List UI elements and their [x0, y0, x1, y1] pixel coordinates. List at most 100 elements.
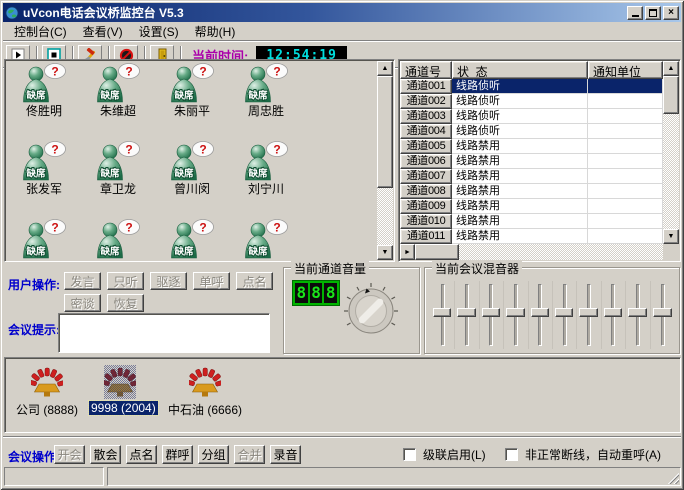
slider-thumb[interactable]: [555, 308, 573, 317]
channel-row[interactable]: 通道003 线路侦听: [400, 109, 663, 124]
op-button[interactable]: 发言: [64, 272, 101, 290]
op-button[interactable]: 散会: [90, 445, 121, 464]
mixer-slider[interactable]: [455, 281, 479, 349]
channel-row[interactable]: 通道002 线路侦听: [400, 94, 663, 109]
slider-thumb[interactable]: [579, 308, 597, 317]
channel-row[interactable]: 通道007 线路禁用: [400, 169, 663, 184]
user-item[interactable]: ? 缺席 曾川闵: [155, 140, 229, 218]
channel-id-cell: 通道006: [400, 154, 452, 169]
header-channel-id[interactable]: 通道号: [400, 61, 452, 79]
conference-item[interactable]: 中石油 (6666): [161, 365, 249, 419]
mixer-slider[interactable]: [577, 281, 601, 349]
header-notify-unit[interactable]: 通知单位: [588, 61, 663, 79]
op-button[interactable]: 单呼: [193, 272, 230, 290]
slider-thumb[interactable]: [628, 308, 646, 317]
conference-list: 公司 (8888) 9998 (2004): [4, 357, 681, 433]
slider-thumb[interactable]: [506, 308, 524, 317]
mixer-slider[interactable]: [431, 281, 455, 349]
op-button[interactable]: 群呼: [162, 445, 193, 464]
op-button[interactable]: 密谈: [64, 294, 101, 312]
op-button[interactable]: 开会: [54, 445, 85, 464]
user-item[interactable]: ? 缺席 朱维超: [81, 62, 155, 140]
channel-table: 通道号 状 态 通知单位 通道001 线路侦听 通道002 线路侦听 通道003…: [398, 59, 681, 262]
maximize-button[interactable]: [645, 6, 661, 20]
user-item[interactable]: ? 缺席 佟胜明: [7, 62, 81, 140]
user-panel-scrollbar[interactable]: ▲ ▼: [377, 61, 393, 260]
channel-row[interactable]: 通道006 线路禁用: [400, 154, 663, 169]
user-name: 刘宁川: [248, 182, 284, 196]
mixer-slider[interactable]: [529, 281, 553, 349]
user-item[interactable]: ? 缺席 朱丽平: [155, 62, 229, 140]
user-item[interactable]: ? 缺席 李宋: [81, 218, 155, 259]
user-item[interactable]: ? 缺席: [229, 218, 303, 259]
scrollbar-thumb[interactable]: [415, 244, 459, 260]
scroll-up-arrow[interactable]: ▲: [663, 61, 679, 76]
knob-icon: [342, 282, 400, 340]
conference-ops-row: 开会散会点名群呼分组合并录音: [54, 445, 301, 464]
cascade-checkbox[interactable]: [403, 448, 416, 461]
channel-row[interactable]: 通道009 线路禁用: [400, 199, 663, 214]
slider-thumb[interactable]: [604, 308, 622, 317]
channel-unit-cell: [588, 214, 663, 229]
mixer-slider[interactable]: [480, 281, 504, 349]
op-button[interactable]: 只听: [107, 272, 144, 290]
op-button[interactable]: 点名: [236, 272, 273, 290]
user-name: 曾川闵: [174, 182, 210, 196]
scroll-down-arrow[interactable]: ▼: [663, 229, 679, 244]
user-item[interactable]: ? 缺席 张发军: [7, 140, 81, 218]
conference-label: 9998 (2004): [89, 401, 158, 415]
channel-row[interactable]: 通道008 线路禁用: [400, 184, 663, 199]
slider-thumb[interactable]: [482, 308, 500, 317]
close-button[interactable]: ×: [663, 6, 679, 20]
menu-console[interactable]: 控制台(C): [6, 21, 75, 42]
user-item[interactable]: ? 缺席: [155, 218, 229, 259]
channel-table-hscrollbar[interactable]: ◄ ►: [400, 244, 664, 260]
user-item[interactable]: ? 缺席 周忠胜: [229, 62, 303, 140]
scrollbar-thumb[interactable]: [377, 76, 393, 188]
mixer-slider[interactable]: [602, 281, 626, 349]
slider-thumb[interactable]: [457, 308, 475, 317]
channel-row[interactable]: 通道010 线路禁用: [400, 214, 663, 229]
channel-row[interactable]: 通道005 线路禁用: [400, 139, 663, 154]
menu-help[interactable]: 帮助(H): [187, 21, 244, 42]
minimize-button[interactable]: [627, 6, 643, 20]
op-button[interactable]: 录音: [270, 445, 301, 464]
mixer-slider[interactable]: [504, 281, 528, 349]
user-name: 章卫龙: [100, 182, 136, 196]
op-button[interactable]: 分组: [198, 445, 229, 464]
scroll-up-arrow[interactable]: ▲: [377, 61, 393, 76]
channel-row[interactable]: 通道004 线路侦听: [400, 124, 663, 139]
menu-settings[interactable]: 设置(S): [131, 21, 187, 42]
user-icon: ? 缺席: [169, 62, 215, 104]
conference-item[interactable]: 9998 (2004): [89, 365, 151, 417]
scroll-down-arrow[interactable]: ▼: [377, 245, 393, 260]
channel-table-vscrollbar[interactable]: ▲ ▼: [663, 61, 679, 244]
slider-thumb[interactable]: [653, 308, 672, 317]
user-item[interactable]: ? 缺席 章卫龙: [81, 140, 155, 218]
conference-item[interactable]: 公司 (8888): [13, 365, 81, 419]
scroll-right-arrow[interactable]: ►: [400, 244, 415, 260]
header-status[interactable]: 状 态: [452, 61, 588, 79]
mixer-slider[interactable]: [553, 281, 577, 349]
channel-id-cell: 通道010: [400, 214, 452, 229]
volume-knob[interactable]: [342, 282, 400, 340]
question-mark: ?: [273, 143, 280, 157]
mixer-slider[interactable]: [651, 281, 675, 349]
menu-view[interactable]: 查看(V): [75, 21, 131, 42]
resize-grip[interactable]: [666, 471, 679, 484]
op-button[interactable]: 驱逐: [150, 272, 187, 290]
op-button[interactable]: 合并: [234, 445, 265, 464]
channel-row[interactable]: 通道011 线路禁用: [400, 229, 663, 244]
op-button[interactable]: 恢复: [107, 294, 144, 312]
channel-unit-cell: [588, 169, 663, 184]
mixer-slider[interactable]: [626, 281, 650, 349]
user-item[interactable]: ? 缺席 李曼丽: [7, 218, 81, 259]
op-button[interactable]: 点名: [126, 445, 157, 464]
notice-box[interactable]: [58, 313, 270, 353]
slider-thumb[interactable]: [433, 308, 451, 317]
user-item[interactable]: ? 缺席 刘宁川: [229, 140, 303, 218]
slider-thumb[interactable]: [531, 308, 549, 317]
channel-row[interactable]: 通道001 线路侦听: [400, 79, 663, 94]
auto-redial-checkbox[interactable]: [505, 448, 518, 461]
scrollbar-thumb[interactable]: [663, 76, 679, 114]
